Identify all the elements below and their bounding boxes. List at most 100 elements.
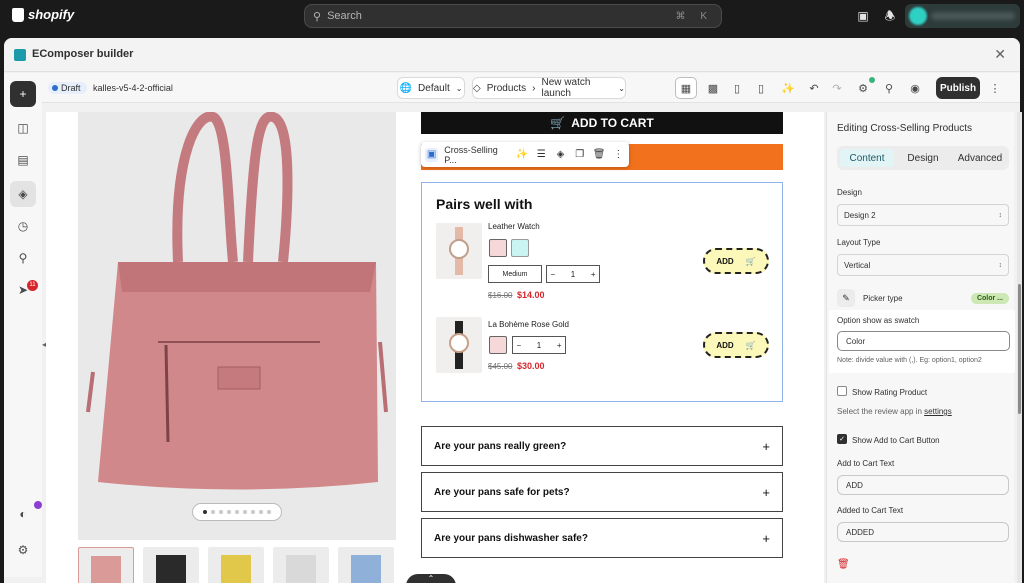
comments-icon[interactable]: ⚲ [10, 245, 36, 271]
plus-icon: + [762, 530, 770, 546]
layers-icon[interactable]: ◈ [10, 181, 36, 207]
quantity-stepper[interactable]: − 1 + [546, 265, 600, 283]
builder-title: EComposer builder [32, 48, 134, 60]
plus-icon[interactable]: + [553, 341, 565, 350]
desktop-view-icon[interactable]: ▩ [702, 77, 724, 99]
design-select[interactable]: Design 2 ↕ [837, 204, 1009, 226]
online-dot [869, 77, 875, 83]
breadcrumb-separator-icon: › [532, 82, 536, 94]
old-price: $45.00 [488, 362, 513, 371]
added-text-input[interactable]: ADDED [837, 522, 1009, 542]
tablet-view-icon[interactable]: ▯ [726, 77, 748, 99]
swatch-pink[interactable] [489, 336, 507, 354]
delete-icon[interactable]: 🗑 [592, 148, 606, 162]
history-icon[interactable]: ◷ [10, 213, 36, 239]
layout-type-value: Vertical [844, 260, 871, 270]
preview-search-icon[interactable]: ⚲ [878, 77, 900, 99]
magic-tool-icon[interactable]: ✨ [777, 77, 799, 99]
eye-icon[interactable]: ◉ [904, 77, 926, 99]
atc-text-input[interactable]: ADD [837, 475, 1009, 495]
undo-icon[interactable]: ↶ [803, 77, 825, 99]
more-icon[interactable]: ⋮ [612, 148, 625, 162]
sale-price: $14.00 [517, 290, 545, 300]
thumbnail-pink[interactable] [78, 547, 134, 583]
gear-icon[interactable]: ⚙ [10, 537, 36, 563]
theme-name: kalles-v5-4-2-official [93, 83, 173, 93]
list-icon[interactable]: ☰ [535, 148, 548, 162]
account-name-blurred [931, 12, 1015, 20]
publish-button[interactable]: Publish [936, 77, 980, 99]
added-text-label: Added to Cart Text [837, 506, 904, 515]
panel-scrollbar-thumb[interactable] [1018, 284, 1021, 414]
fullscreen-view-icon[interactable]: ▦ [675, 77, 697, 99]
cross-selling-block[interactable]: Pairs well with Leather Watch Medium − 1… [421, 182, 783, 402]
quantity-value: 1 [570, 269, 576, 279]
trash-icon[interactable]: 🗑 [837, 559, 850, 570]
mobile-view-icon[interactable]: ▯ [750, 77, 772, 99]
add-element-icon[interactable]: + [10, 81, 36, 107]
show-rating-checkbox[interactable] [837, 386, 847, 396]
globe-icon: 🌐 [399, 82, 413, 94]
store-icon[interactable]: ▣ [855, 8, 871, 24]
faq-item[interactable]: Are your pans really green? + [421, 426, 783, 466]
thumbnail-blue[interactable] [338, 547, 394, 583]
account-menu[interactable] [905, 4, 1020, 28]
settings-link[interactable]: settings [924, 407, 952, 416]
minus-icon[interactable]: − [547, 270, 559, 279]
bell-icon[interactable]: 🕭 [882, 8, 898, 24]
ai-magic-icon[interactable]: ✨ [515, 148, 528, 162]
status-badge-label: Draft [61, 83, 81, 93]
swatch-option-input[interactable]: Color [837, 331, 1010, 351]
picker-type-row[interactable]: ✎ Picker type Color ... [837, 288, 1009, 308]
sections-icon[interactable]: ◫ [10, 115, 36, 141]
thumbnail-yellow[interactable] [208, 547, 264, 583]
swatch-option-label: Option show as swatch [837, 316, 920, 325]
faq-item[interactable]: Are your pans safe for pets? + [421, 472, 783, 512]
layout-type-select[interactable]: Vertical ↕ [837, 254, 1009, 276]
tab-advanced[interactable]: Advanced [953, 149, 1007, 167]
apps-icon[interactable]: ➤ [10, 277, 36, 303]
shopify-logo-text: shopify [28, 7, 75, 22]
watch-illustration [449, 321, 469, 369]
tab-design[interactable]: Design [897, 149, 949, 167]
chevron-down-icon: ⌄ [618, 83, 625, 93]
status-dot [52, 85, 58, 91]
swatch-pink[interactable] [489, 239, 507, 257]
old-price: $16.00 [488, 291, 513, 300]
minus-icon[interactable]: − [513, 341, 525, 350]
redo-icon[interactable]: ↷ [826, 77, 848, 99]
database-icon[interactable]: ◐ [10, 501, 36, 527]
chevron-down-icon: ⌄ [455, 83, 463, 93]
avatar [909, 7, 927, 25]
add-button[interactable]: ADD 🛒 [703, 248, 769, 274]
page-breadcrumb[interactable]: ◇ Products › New watch launch ⌄ [472, 77, 626, 99]
plus-icon[interactable]: + [587, 270, 599, 279]
layers-stack-icon[interactable]: ◈ [554, 148, 567, 162]
faq-item[interactable]: Are your pans dishwasher safe? + [421, 518, 783, 558]
quantity-stepper[interactable]: − 1 + [512, 336, 566, 354]
design-select-value: Design 2 [844, 210, 876, 220]
add-to-cart-button[interactable]: 🛒 ADD TO CART [421, 112, 783, 134]
breadcrumb-section: Products [486, 82, 527, 94]
carousel-dots[interactable] [192, 503, 282, 521]
search-icon: ⚲ [313, 10, 322, 23]
global-search-input[interactable]: ⚲ Search ⌘ K [304, 4, 722, 28]
language-select[interactable]: 🌐 Default ⌄ [397, 77, 465, 99]
new-badge-dot [34, 501, 42, 509]
duplicate-icon[interactable]: ❐ [573, 148, 586, 162]
variant-select[interactable]: Medium [488, 265, 542, 283]
pages-icon[interactable]: ▤ [10, 147, 36, 173]
more-options-icon[interactable]: ⋮ [984, 77, 1006, 99]
shopify-logo[interactable]: shopify [12, 7, 74, 22]
element-toolbar-label: Cross-Selling P... [444, 144, 498, 165]
swatch-option-note: Note: divide value with (,). Eg: option1… [837, 357, 982, 364]
close-icon[interactable]: ✕ [994, 46, 1006, 63]
thumbnail-black[interactable] [143, 547, 199, 583]
faq-question: Are your pans safe for pets? [434, 486, 570, 498]
tab-content[interactable]: Content [840, 149, 894, 167]
show-atc-checkbox[interactable]: ✓ [837, 434, 847, 444]
add-button[interactable]: ADD 🛒 [703, 332, 769, 358]
swatch-mint[interactable] [511, 239, 529, 257]
thumbnail-white[interactable] [273, 547, 329, 583]
expand-panel-handle[interactable]: ⌃ [406, 574, 456, 583]
